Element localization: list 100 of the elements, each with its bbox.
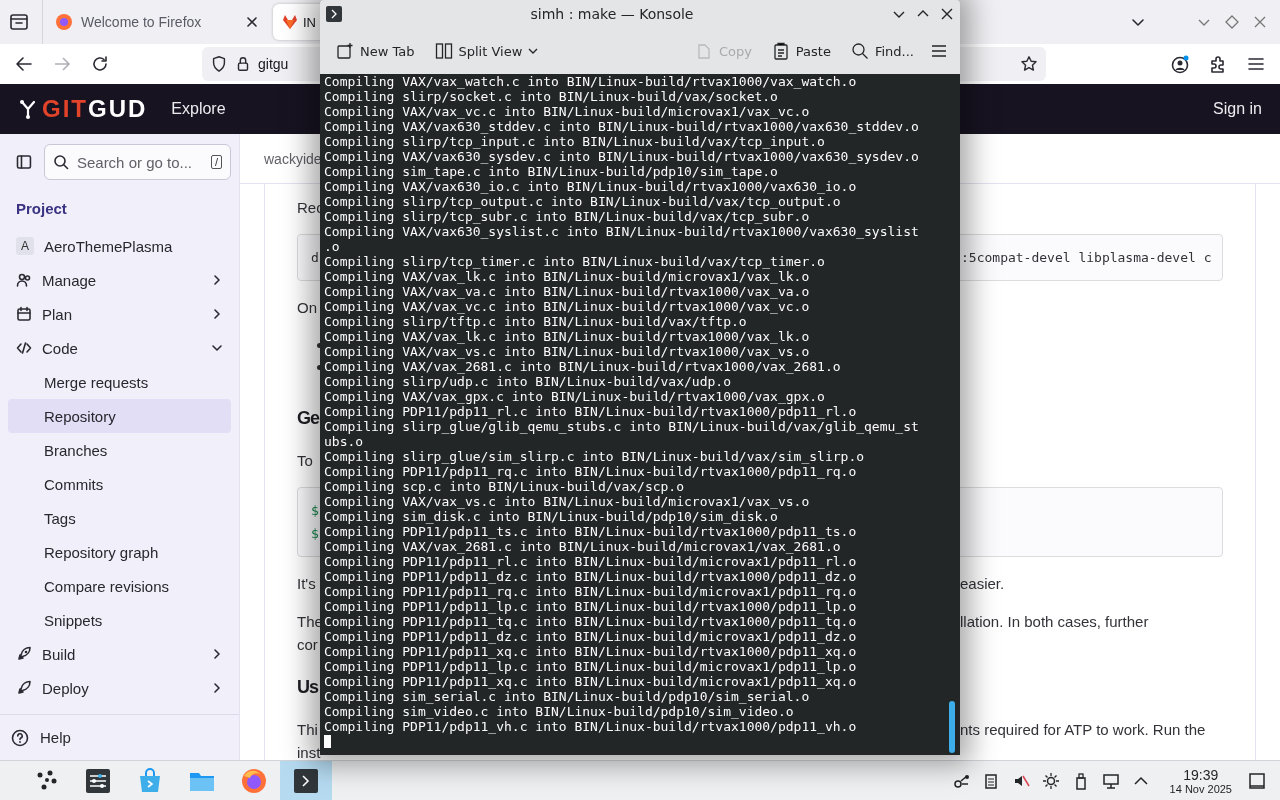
terminal-line: Compiling VAX/vax_vs.c into BIN/Linux-build/microvax1/vax_vs.o (324, 494, 811, 509)
shortcut-key: / (210, 155, 222, 169)
branch-icon[interactable] (18, 99, 38, 119)
terminal-line: Compiling VAX/vax630_stddev.c into BIN/Linux-build/rtvax1000/vax630_stddev.o (324, 119, 920, 134)
wired-network-icon[interactable] (1101, 771, 1120, 790)
terminal-line: Compiling VAX/vax_2681.c into BIN/Linux-build/microvax1/vax_2681.o (324, 539, 842, 554)
terminal-line: Compiling VAX/vax_vs.c into BIN/Linux-build/rtvax1000/vax_vs.o (324, 344, 811, 359)
terminal-line: Compiling PDP11/pdp11_vh.c into BIN/Linux-build/rtvax1000/pdp11_vh.o (324, 719, 858, 734)
logo-text[interactable]: GITGUD (42, 95, 148, 123)
nav-item[interactable]: Snippets (8, 603, 231, 637)
terminal-line: Compiling PDP11/pdp11_lp.c into BIN/Linux-build/microvax1/pdp11_lp.o (324, 659, 858, 674)
terminal-line: Compiling sim_tape.c into BIN/Linux-build/pdp10/sim_tape.o (324, 164, 779, 179)
help-icon (10, 727, 30, 748)
back-icon[interactable] (14, 54, 34, 74)
fox-icon (281, 13, 299, 31)
shield-icon[interactable] (210, 55, 228, 73)
heading-text: Ge (297, 407, 319, 430)
terminal-line: Compiling PDP11/pdp11_lp.c into BIN/Linux-build/rtvax1000/pdp11_lp.o (324, 599, 858, 614)
terminal-line: Compiling VAX/vax_gpx.c into BIN/Linux-build/rtvax1000/vax_gpx.o (324, 389, 826, 404)
nav-group[interactable]: Deploy (8, 671, 231, 705)
scrollbar-thumb[interactable] (949, 701, 955, 753)
split-view-icon (434, 42, 453, 60)
terminal-line: Compiling PDP11/pdp11_dz.c into BIN/Linux-build/rtvax1000/pdp11_dz.o (324, 569, 858, 584)
search-field[interactable]: Search or go to... / (43, 144, 231, 180)
nav-item[interactable]: Compare revisions (8, 569, 231, 603)
firefox-icon (240, 766, 268, 795)
chevron-right-icon (211, 648, 223, 660)
nav-item[interactable]: Tags (8, 501, 231, 535)
star-icon[interactable] (1020, 55, 1038, 73)
browser-tab[interactable]: Welcome to Firefox (45, 4, 271, 40)
paragraph-text: easier. (960, 574, 1005, 594)
nav-item[interactable]: Repository (8, 399, 231, 433)
nav-group[interactable]: Manage (8, 263, 231, 297)
terminal-line: Compiling PDP11/pdp11_rq.c into BIN/Linux-build/microvax1/pdp11_rq.o (324, 584, 858, 599)
sidebar-toggle-icon[interactable] (16, 154, 32, 170)
reload-icon[interactable] (90, 54, 110, 74)
terminal-line: Compiling VAX/vax_va.c into BIN/Linux-build/rtvax1000/vax_va.o (324, 284, 811, 299)
paragraph-text: llation. In both cases, further (960, 612, 1149, 632)
paragraph-text: To (297, 451, 313, 471)
terminal-line: Compiling VAX/vax_watch.c into BIN/Linux-build/rtvax1000/vax_watch.o (324, 74, 858, 89)
settings-icon (84, 766, 112, 795)
explore-link[interactable]: Explore (171, 100, 226, 118)
clock[interactable]: 19:39 14 Nov 2025 (1169, 766, 1232, 795)
toolbar-button[interactable]: Paste (767, 38, 835, 64)
terminal-line: Compiling VAX/vax630_io.c into BIN/Linux-build/rtvax1000/vax630_io.o (324, 179, 858, 194)
account-icon[interactable] (1170, 54, 1190, 74)
terminal-line: Compiling slirp/tcp_timer.c into BIN/Linux-build/vax/tcp_timer.o (324, 254, 826, 269)
terminal-line: Compiling VAX/vax_vc.c into BIN/Linux-build/microvax1/vax_vc.o (324, 104, 811, 119)
paragraph-text: Thi (297, 720, 318, 740)
nav-item[interactable]: Repository graph (8, 535, 231, 569)
terminal-line: Compiling sim_serial.c into BIN/Linux-build/pdp10/sim_serial.o (324, 689, 811, 704)
nav-item[interactable]: Commits (8, 467, 231, 501)
terminal-line: Compiling scp.c into BIN/Linux-build/vax/scp.o (324, 479, 686, 494)
terminal-line: Compiling VAX/vax630_sysdev.c into BIN/Linux-build/rtvax1000/vax630_sysdev.o (324, 149, 920, 164)
nav-group[interactable]: Build (8, 637, 231, 671)
terminal-icon[interactable] (326, 6, 342, 22)
nav-group[interactable]: Code (8, 331, 231, 365)
globe-icon (55, 13, 73, 31)
search-input[interactable]: Search or go to... (74, 152, 205, 172)
terminal-line: Compiling PDP11/pdp11_xq.c into BIN/Linux-build/microvax1/pdp11_xq.o (324, 674, 858, 689)
brightness-icon[interactable] (1041, 771, 1060, 790)
terminal-line: .o (324, 239, 341, 254)
close-icon[interactable] (940, 7, 954, 21)
toolbar-button[interactable]: Find... (846, 38, 918, 64)
terminal-line: Compiling VAX/vax_lk.c into BIN/Linux-build/rtvax1000/vax_lk.o (324, 329, 811, 344)
terminal-line: Compiling slirp_glue/glib_qemu_stubs.c into BIN/Linux-build/vax/glib_qemu_st (324, 419, 920, 434)
people-icon (16, 272, 32, 288)
browser-tab[interactable]: IN (273, 4, 321, 40)
nav-group[interactable]: Plan (8, 297, 231, 331)
taskbar-item[interactable] (280, 760, 332, 800)
terminal-line: Compiling slirp_glue/sim_slirp.c into BIN/Linux-build/vax/sim_slirp.o (324, 449, 866, 464)
show-desktop-icon[interactable] (1248, 771, 1266, 790)
toolbar-button[interactable]: Split View (430, 38, 543, 64)
terminal-line: Compiling PDP11/pdp11_rl.c into BIN/Linux-build/rtvax1000/pdp11_rl.o (324, 404, 858, 419)
terminal-cursor (324, 735, 331, 748)
sign-in-link[interactable]: Sign in (1213, 100, 1262, 118)
code-text: $ (311, 525, 319, 543)
heading-text: Us (297, 676, 318, 699)
nav-item[interactable]: Merge requests (8, 365, 231, 399)
terminal-line: Compiling VAX/vax_lk.c into BIN/Linux-build/microvax1/vax_lk.o (324, 269, 811, 284)
project-item[interactable]: A AeroThemePlasma (8, 229, 231, 263)
new-tab-icon (336, 42, 354, 60)
rocket-icon (16, 680, 32, 696)
menu-icon[interactable] (930, 42, 948, 60)
terminal-line: Compiling slirp/socket.c into BIN/Linux-build/vax/socket.o (324, 89, 779, 104)
tab-list-icon[interactable] (8, 11, 30, 33)
breadcrumb[interactable]: wackyide (264, 150, 322, 167)
toolbar-button[interactable]: New Tab (332, 38, 419, 64)
section-title: Project (15, 199, 68, 219)
chevron-right-icon (211, 274, 223, 286)
terminal-line: Compiling PDP11/pdp11_tq.c into BIN/Linux-build/rtvax1000/pdp11_tq.o (324, 614, 858, 629)
terminal-line: Compiling PDP11/pdp11_rq.c into BIN/Linux-build/rtvax1000/pdp11_rq.o (324, 464, 858, 479)
terminal-line: Compiling slirp/tftp.c into BIN/Linux-build/vax/tftp.o (324, 314, 748, 329)
terminal-line: Compiling slirp/udp.c into BIN/Linux-build/vax/udp.o (324, 374, 732, 389)
terminal-line: Compiling VAX/vax630_syslist.c into BIN/Linux-build/rtvax1000/vax630_syslist (324, 224, 920, 239)
code-icon (16, 340, 32, 356)
window-title: simh : make — Konsole (529, 6, 695, 22)
paragraph-text: cor (297, 635, 318, 655)
terminal-line: Compiling PDP11/pdp11_ts.c into BIN/Linux-build/rtvax1000/pdp11_ts.o (324, 524, 858, 539)
nav-item[interactable]: Branches (8, 433, 231, 467)
